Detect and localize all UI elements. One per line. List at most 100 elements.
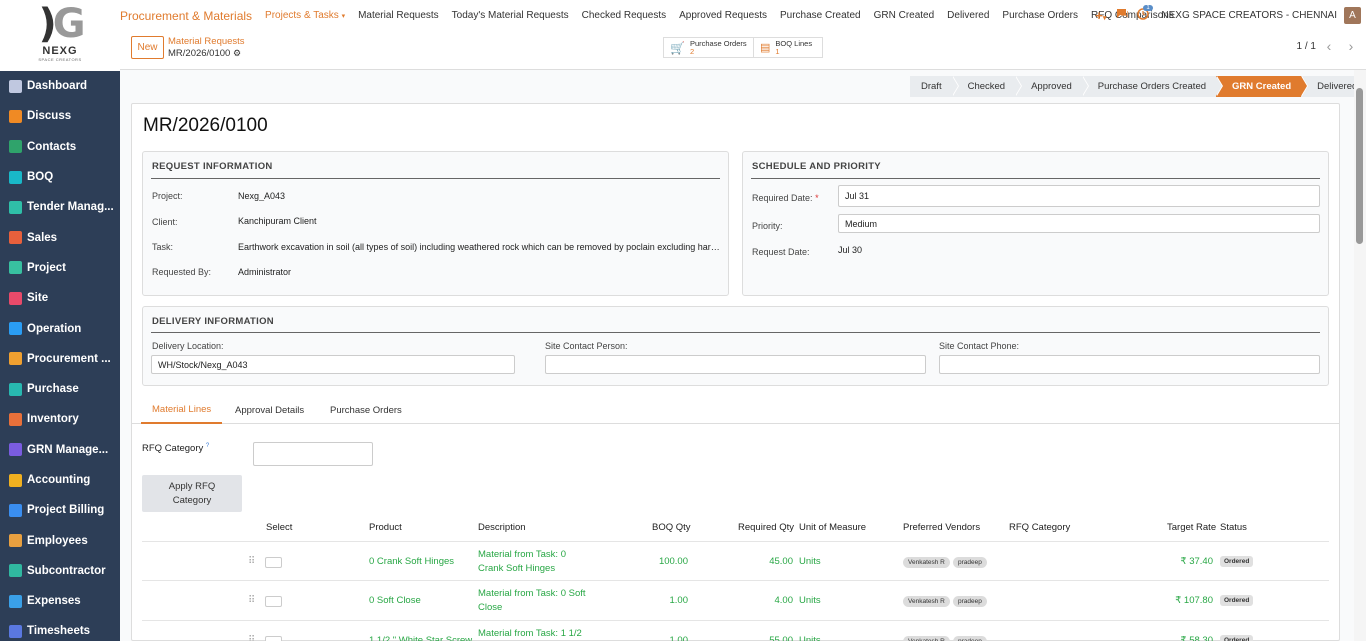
description-cell-line2[interactable]: Close [478,602,502,613]
menu-delivered[interactable]: Delivered [947,10,989,21]
new-button[interactable]: New [131,36,164,59]
apply-rfq-category-button[interactable]: Apply RFQ Category [142,475,242,512]
tab-purchase-orders[interactable]: Purchase Orders [319,396,413,424]
uom-cell[interactable]: Units [799,635,821,641]
gear-icon[interactable]: ⚙ [233,48,241,58]
purchase-orders-smart-button[interactable]: 🛒 Purchase Orders 2 [663,37,754,58]
required-qty-cell[interactable]: 45.00 [769,556,793,567]
sidebar-item-purchase[interactable]: Purchase [0,374,120,404]
drag-handle-icon[interactable]: ⠿ [248,635,255,641]
required-qty-cell[interactable]: 55.00 [769,635,793,641]
tab-material-lines[interactable]: Material Lines [141,396,223,424]
menu-grn-created[interactable]: GRN Created [874,10,935,21]
product-cell[interactable]: 0 Soft Close [369,595,421,606]
page-scrollbar[interactable] [1354,70,1366,641]
col-header-preferred-vendors[interactable]: Preferred Vendors [903,522,980,533]
company-logo[interactable]: )G NEXG SPACE CREATORS [0,0,120,71]
quick-create-icon[interactable]: +▾ [1095,8,1106,23]
product-cell[interactable]: 1 1/2 " White Star Screw [369,635,472,641]
user-avatar[interactable]: A [1344,7,1361,24]
sidebar-item-discuss[interactable]: Discuss [0,101,120,131]
boq-qty-cell[interactable]: 1.00 [670,635,689,641]
status-stage-grn-created[interactable]: GRN Created [1216,76,1309,97]
menu-projects-tasks[interactable]: Projects & Tasks ▾ [265,10,345,21]
app-name[interactable]: Procurement & Materials [120,9,252,23]
sidebar-item-sales[interactable]: Sales [0,222,120,252]
sidebar-item-subcontractor[interactable]: Subcontractor [0,556,120,586]
scroll-thumb[interactable] [1356,88,1363,244]
sidebar-item-project[interactable]: Project [0,253,120,283]
pager-previous-icon[interactable]: ‹ [1320,37,1338,55]
sidebar-item-accounting[interactable]: Accounting [0,465,120,495]
drag-handle-icon[interactable]: ⠿ [248,556,255,567]
status-stage-approved[interactable]: Approved [1015,76,1089,97]
project-value[interactable]: Nexg_A043 [238,191,285,201]
col-header-select[interactable]: Select [266,522,292,533]
help-tooltip-icon[interactable]: ? [206,443,209,449]
product-cell[interactable]: 0 Crank Soft Hinges [369,556,454,567]
vendor-tag[interactable]: pradeep [953,596,987,607]
site-contact-person-input[interactable] [545,355,926,374]
required-date-input[interactable]: Jul 31 [838,185,1320,207]
target-rate-cell[interactable]: ₹ 107.80 [1175,595,1213,606]
sidebar-item-project-billing[interactable]: Project Billing [0,495,120,525]
col-header-uom[interactable]: Unit of Measure [799,522,866,533]
breadcrumb-parent[interactable]: Material Requests [168,36,245,47]
sidebar-item-expenses[interactable]: Expenses [0,586,120,616]
drag-handle-icon[interactable]: ⠿ [248,595,255,606]
col-header-target-rate[interactable]: Target Rate [1167,522,1216,533]
activity-icon[interactable]: 1 [1137,5,1153,23]
sidebar-item-inventory[interactable]: Inventory [0,404,120,434]
sidebar-item-contacts[interactable]: Contacts [0,132,120,162]
vendor-tag[interactable]: pradeep [953,636,987,641]
uom-cell[interactable]: Units [799,595,821,606]
sidebar-item-employees[interactable]: Employees [0,525,120,555]
description-cell[interactable]: Material from Task: 0 Soft [478,588,586,599]
vendor-tag[interactable]: Venkatesh R [903,596,950,607]
priority-select[interactable]: Medium [838,214,1320,233]
sidebar-item-dashboard[interactable]: Dashboard [0,71,120,101]
col-header-description[interactable]: Description [478,522,526,533]
status-stage-checked[interactable]: Checked [951,76,1023,97]
description-cell[interactable]: Material from Task: 1 1/2 [478,628,582,639]
description-cell-line2[interactable]: Crank Soft Hinges [478,563,555,574]
vendor-tag[interactable]: pradeep [953,557,987,568]
sidebar-item-boq[interactable]: BOQ [0,162,120,192]
site-contact-phone-input[interactable] [939,355,1320,374]
col-header-status[interactable]: Status [1220,522,1247,533]
requested-by-value[interactable]: Administrator [238,267,291,277]
sidebar-item-procurement[interactable]: Procurement ... [0,344,120,374]
target-rate-cell[interactable]: ₹ 37.40 [1181,556,1213,567]
status-stage-draft[interactable]: Draft [910,76,959,97]
sidebar-item-timesheets[interactable]: Timesheets [0,616,120,641]
row-select-checkbox[interactable] [265,596,282,607]
pager-next-icon[interactable]: › [1342,37,1360,55]
task-value[interactable]: Earthwork excavation in soil (all types … [238,242,721,252]
sidebar-item-operation[interactable]: Operation [0,313,120,343]
delivery-location-input[interactable]: WH/Stock/Nexg_A043 [151,355,515,374]
menu-approved-requests[interactable]: Approved Requests [679,10,767,21]
rfq-category-input[interactable] [253,442,373,466]
menu-checked-requests[interactable]: Checked Requests [582,10,667,21]
pager-value[interactable]: 1 / 1 [1297,41,1316,52]
sidebar-item-site[interactable]: Site [0,283,120,313]
col-header-product[interactable]: Product [369,522,402,533]
boq-qty-cell[interactable]: 1.00 [670,595,689,606]
status-stage-purchase-orders-created[interactable]: Purchase Orders Created [1081,76,1224,97]
company-switcher[interactable]: NEXG SPACE CREATORS - CHENNAI [1161,10,1337,21]
sidebar-item-tender-manag[interactable]: Tender Manag... [0,192,120,222]
row-select-checkbox[interactable] [265,557,282,568]
row-select-checkbox[interactable] [265,636,282,641]
col-header-boq-qty[interactable]: BOQ Qty [652,522,691,533]
target-rate-cell[interactable]: ₹ 58.30 [1181,635,1213,641]
uom-cell[interactable]: Units [799,556,821,567]
vendor-tag[interactable]: Venkatesh R [903,557,950,568]
chat-icon[interactable] [1116,8,1129,23]
menu-material-requests[interactable]: Material Requests [358,10,439,21]
menu-todays-material-requests[interactable]: Today's Material Requests [452,10,569,21]
menu-purchase-orders[interactable]: Purchase Orders [1002,10,1078,21]
description-cell[interactable]: Material from Task: 0 [478,549,566,560]
client-value[interactable]: Kanchipuram Client [238,216,317,226]
required-qty-cell[interactable]: 4.00 [775,595,794,606]
menu-purchase-created[interactable]: Purchase Created [780,10,861,21]
